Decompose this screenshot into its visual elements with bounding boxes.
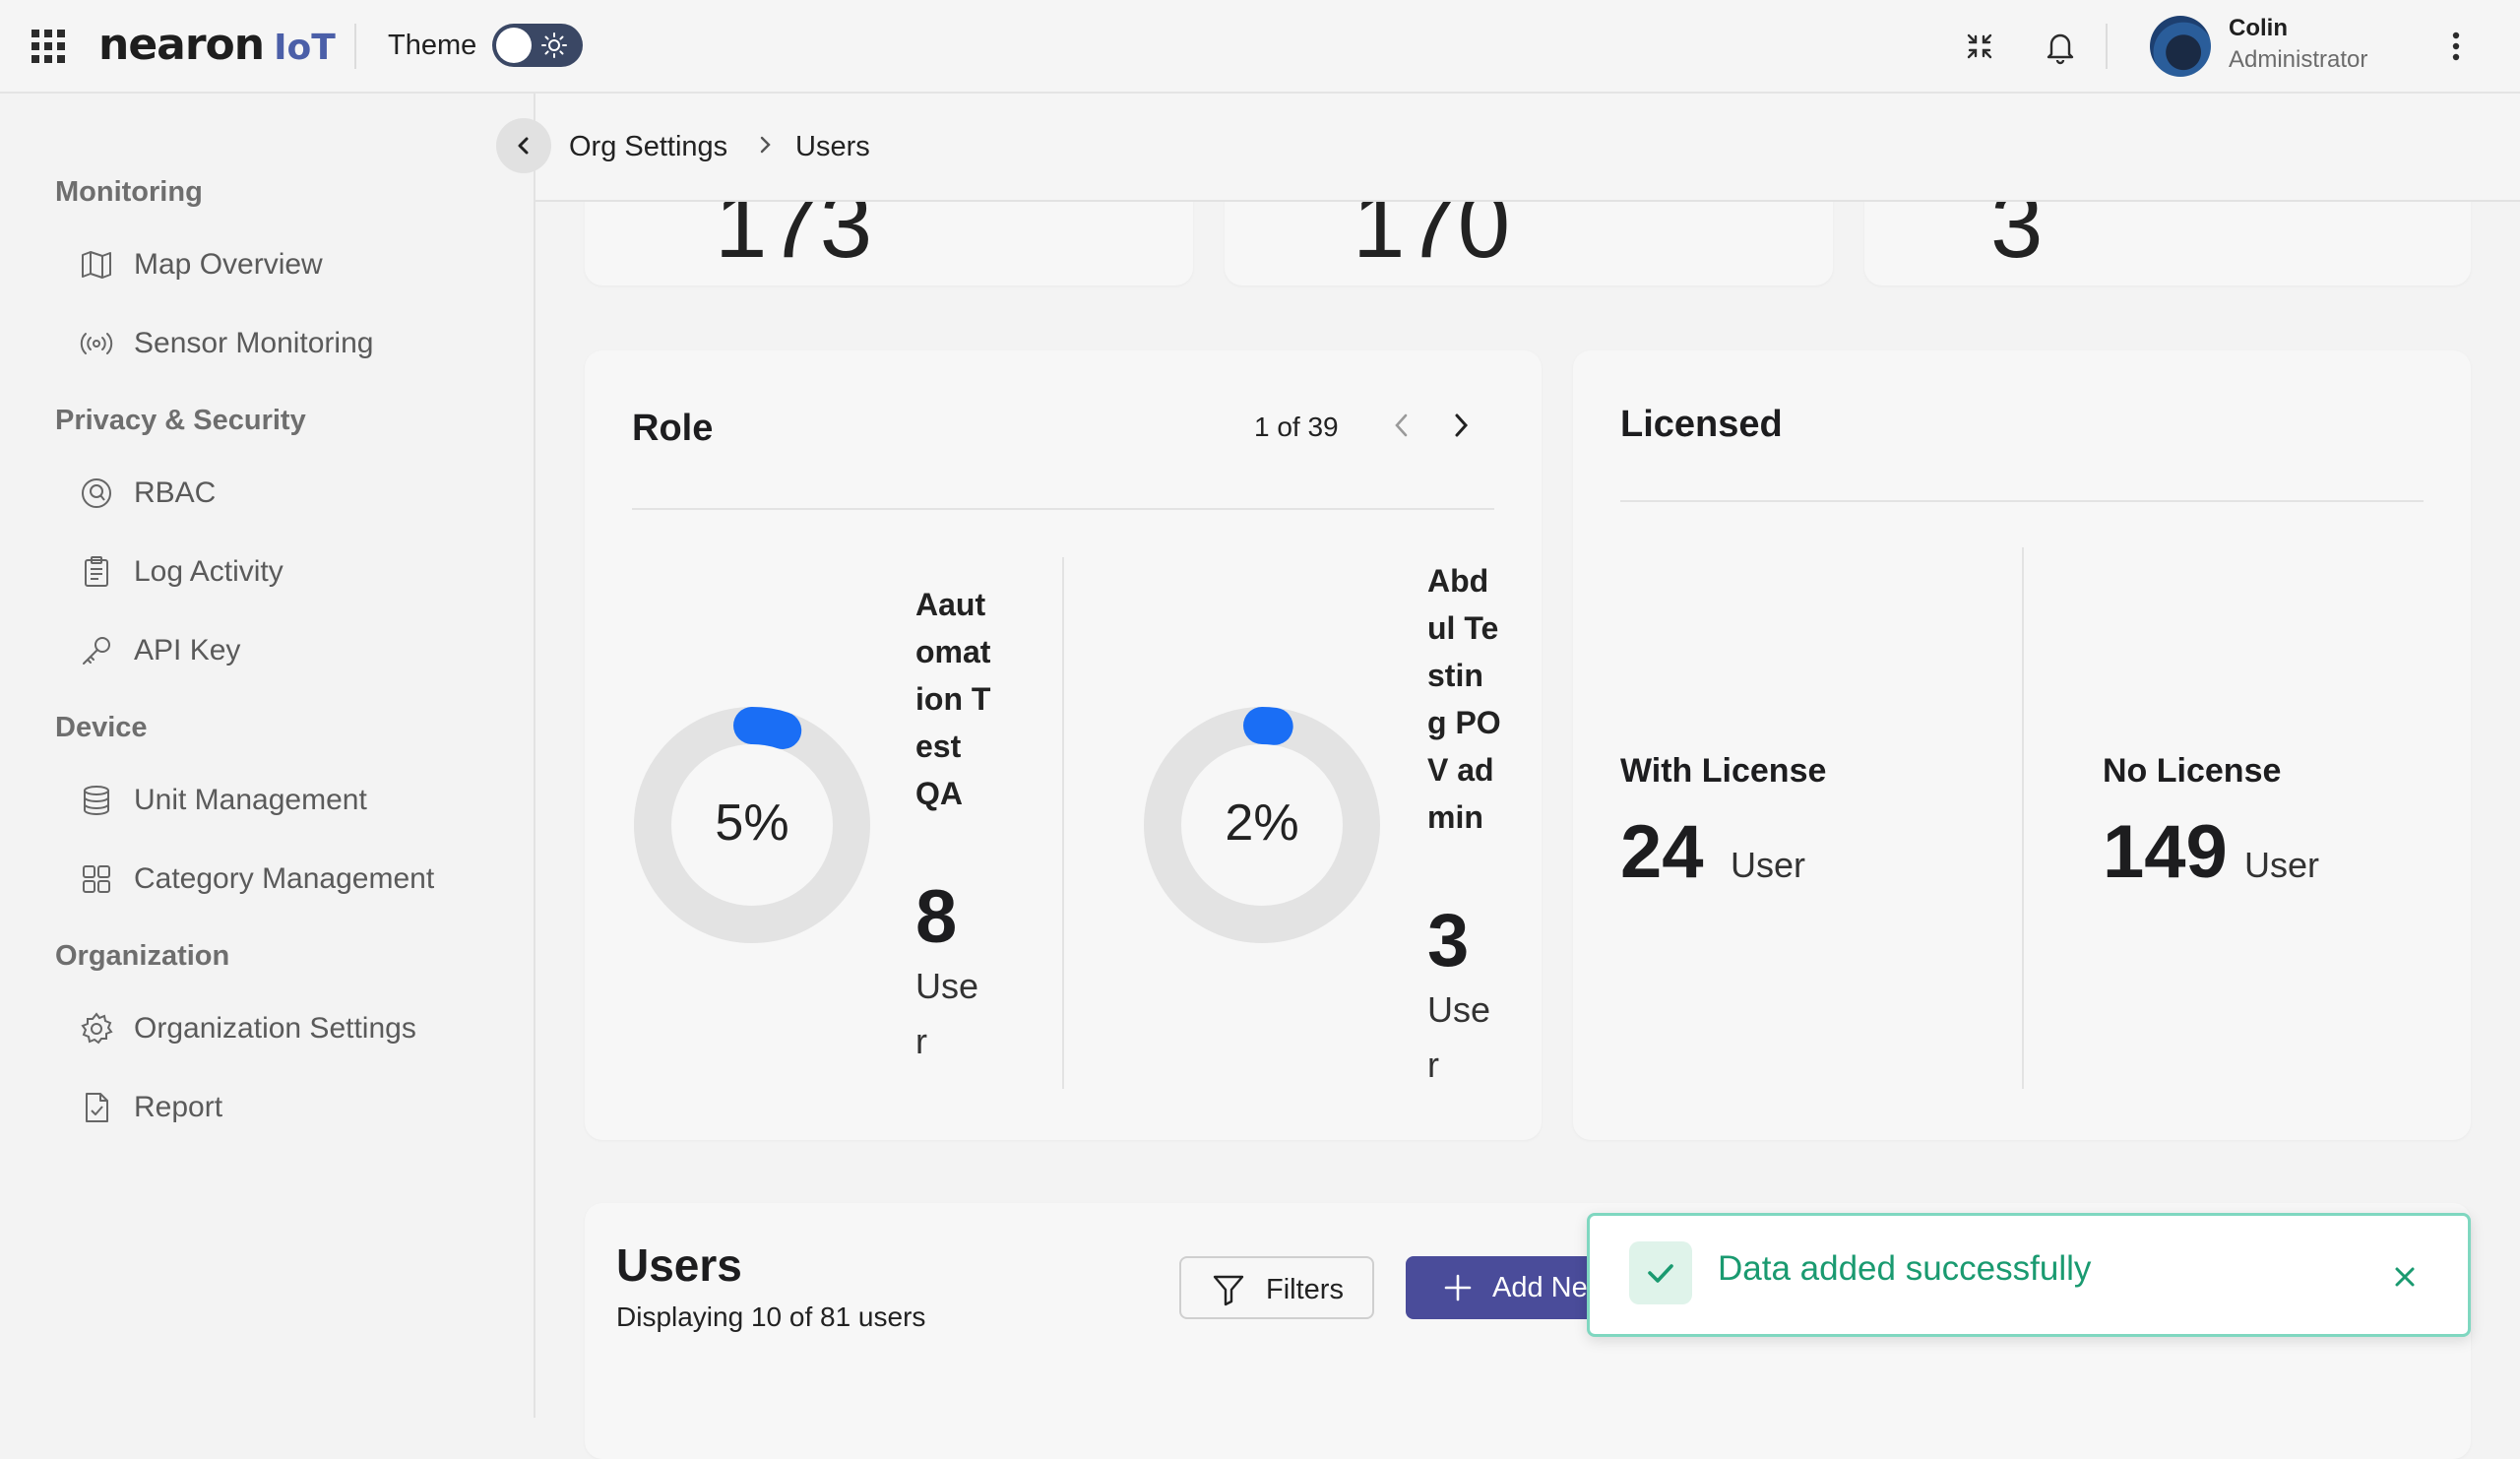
success-toast: Data added successfully [1587,1213,2471,1337]
pager-next-button[interactable] [1443,406,1479,445]
map-icon [82,251,111,279]
brand-logo[interactable]: nearon IoT [98,20,336,70]
avatar[interactable] [2150,16,2211,77]
chevron-left-icon [518,137,529,155]
rbac-icon [82,478,111,508]
sidebar-item-category-management[interactable]: Category Management [79,852,512,907]
collapse-sidebar-button[interactable] [496,118,551,173]
with-license-unit: User [1731,845,1806,885]
gear-icon [81,1012,113,1045]
user-name: Colin [2229,15,2288,41]
sidebar-item-label: API Key [134,634,241,666]
sidebar-item-label: Sensor Monitoring [134,327,374,359]
toggle-knob [496,28,532,63]
more-vertical-icon[interactable] [2437,28,2475,65]
report-icon [86,1093,108,1122]
sidebar-item-label: Category Management [134,862,435,895]
with-license-count: 24 [1620,810,1704,894]
sensor-icon [80,333,113,354]
sidebar-item-label: Report [134,1091,223,1123]
licensed-card-title: Licensed [1620,404,1783,445]
users-title: Users [616,1239,742,1291]
theme-label: Theme [388,30,477,61]
sidebar-item-sensor-monitoring[interactable]: Sensor Monitoring [79,316,512,371]
app-grid-icon[interactable] [32,30,65,63]
key-icon [83,637,110,665]
sidebar-item-rbac[interactable]: RBAC [79,466,512,521]
section-device: Device [55,712,148,743]
user-role: Administrator [2229,46,2368,73]
chevron-left-icon [1395,413,1408,437]
sidebar-item-map-overview[interactable]: Map Overview [79,237,512,292]
header-divider-right [2106,24,2108,69]
role-count: 8 [915,875,958,959]
fullscreen-exit-icon[interactable] [1961,28,1998,65]
sidebar-item-organization-settings[interactable]: Organization Settings [79,1001,512,1056]
donut-arc [1243,707,1293,745]
users-subtitle: Displaying 10 of 81 users [616,1301,926,1332]
role-card-title: Role [632,408,714,449]
role-unit: User [915,966,979,1061]
chevron-right-icon [760,136,771,154]
no-license-unit: User [2244,845,2320,885]
sidebar: Monitoring Map Overview Sensor Monitorin… [0,94,536,1418]
top-header: nearon IoT Theme Colin Administrator [0,0,2520,94]
donut-arc [733,707,802,749]
role-count: 3 [1427,899,1470,983]
role-pager: 1 of 39 [1254,412,1339,442]
filters-button[interactable]: Filters [1179,1256,1374,1319]
sidebar-item-label: Log Activity [134,555,284,588]
divider [1062,557,1064,1089]
role-percent: 5% [715,794,789,852]
sidebar-item-label: Organization Settings [134,1012,416,1045]
divider [1620,500,2424,502]
filter-icon [1213,1275,1244,1306]
header-divider [354,24,356,69]
sun-icon [541,32,567,58]
no-license-label: No License [2103,752,2282,790]
section-monitoring: Monitoring [55,176,203,208]
with-license-label: With License [1620,752,1827,790]
sidebar-item-unit-management[interactable]: Unit Management [79,773,512,828]
sidebar-item-label: RBAC [134,476,217,509]
divider [632,508,1494,510]
category-grid-icon [83,865,110,893]
section-privacy-security: Privacy & Security [55,405,306,436]
sidebar-item-log-activity[interactable]: Log Activity [79,544,512,600]
sidebar-item-report[interactable]: Report [79,1080,512,1135]
database-icon [84,786,109,816]
sidebar-item-label: Map Overview [134,248,323,281]
brand-name: nearon [98,20,265,70]
clipboard-icon [85,556,108,587]
section-organization: Organization [55,940,230,972]
no-license-count: 149 [2103,810,2228,894]
sidebar-item-api-key[interactable]: API Key [79,623,512,678]
check-icon [1629,1241,1692,1304]
chevron-right-icon [1455,413,1469,437]
sidebar-item-label: Unit Management [134,784,367,816]
breadcrumb-current: Users [795,131,870,162]
role-name: Aautomation Test QA [915,587,991,811]
role-name: Abdul Testing POV admin [1427,563,1501,835]
filters-label: Filters [1266,1274,1344,1305]
pager-prev-button[interactable] [1384,406,1419,445]
toast-message: Data added successfully [1718,1249,2092,1288]
bell-icon[interactable] [2042,28,2079,65]
breadcrumb-link-org-settings[interactable]: Org Settings [569,131,727,163]
brand-suffix: IoT [274,28,336,68]
theme-toggle[interactable] [492,24,583,67]
role-percent: 2% [1225,794,1299,852]
role-unit: User [1427,989,1491,1085]
close-icon[interactable] [2385,1257,2425,1297]
plus-icon [1444,1274,1472,1301]
divider [2022,547,2024,1089]
